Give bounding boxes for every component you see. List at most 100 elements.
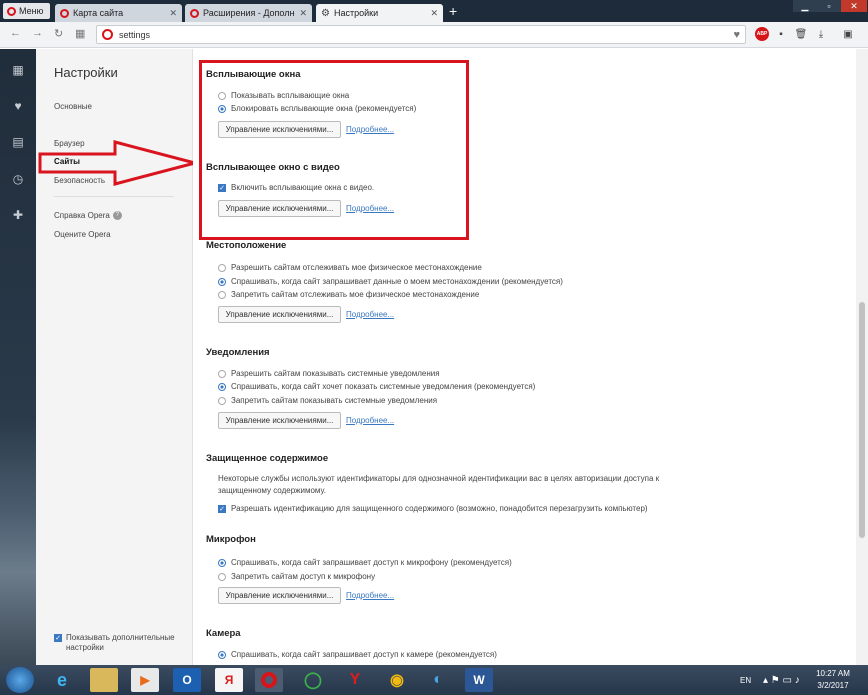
protected-content-description: Некоторые службы используют идентификато…: [218, 474, 660, 495]
content-scrollbar[interactable]: [856, 49, 868, 665]
tab-settings[interactable]: ⚙ Настройки ✕: [316, 4, 443, 22]
reload-icon[interactable]: ↻: [54, 27, 63, 40]
video-popup-checkbox[interactable]: ✓ Включить всплывающие окна с видео.: [218, 183, 374, 192]
scrollbar-thumb[interactable]: [859, 302, 865, 538]
news-icon[interactable]: ▤: [11, 135, 25, 149]
menu-button[interactable]: Меню: [3, 3, 50, 19]
popups-learn-more-link[interactable]: Подробнее...: [346, 125, 394, 134]
option-label: Спрашивать, когда сайт хочет показать си…: [231, 382, 536, 391]
close-icon[interactable]: ✕: [299, 8, 307, 19]
nav-item-basic[interactable]: Основные: [54, 102, 92, 111]
microphone-learn-more-link[interactable]: Подробнее...: [346, 591, 394, 600]
location-deny-radio[interactable]: Запретить сайтам отслеживать мое физичес…: [218, 290, 479, 299]
radio-off-icon[interactable]: [218, 290, 226, 299]
popups-block-radio[interactable]: Блокировать всплывающие окна (рекомендуе…: [218, 104, 416, 113]
language-indicator[interactable]: EN: [740, 665, 751, 695]
opera-logo-icon: [7, 6, 16, 16]
popups-manage-exceptions-button[interactable]: Управление исключениями...: [218, 121, 341, 138]
radio-on-icon[interactable]: [218, 277, 226, 286]
close-icon[interactable]: ✕: [430, 8, 438, 19]
option-label: Запретить сайтам отслеживать мое физичес…: [231, 290, 480, 299]
video-manage-exceptions-button[interactable]: Управление исключениями...: [218, 200, 341, 217]
tab-bar: Меню Карта сайта ✕ Расширения - Дополне …: [0, 0, 868, 22]
location-allow-radio[interactable]: Разрешить сайтам отслеживать мое физичес…: [218, 263, 482, 272]
option-label: Спрашивать, когда сайт запрашивает данны…: [231, 277, 563, 286]
location-learn-more-link[interactable]: Подробнее...: [346, 310, 394, 319]
adblock-icon[interactable]: ABP: [755, 27, 769, 41]
extensions-menu-icon[interactable]: ▣: [842, 27, 854, 41]
new-tab-button[interactable]: +: [449, 3, 457, 19]
yandex-browser-icon[interactable]: Y: [341, 668, 369, 692]
bookmarks-heart-icon[interactable]: ♥: [11, 99, 25, 113]
chrome-icon[interactable]: ◉: [383, 668, 411, 692]
system-clock[interactable]: 10:27 AM 3/2/2017: [808, 668, 858, 692]
checkbox-checked-icon[interactable]: ✓: [218, 504, 226, 513]
tab-sitemap[interactable]: Карта сайта ✕: [55, 4, 182, 22]
location-manage-exceptions-button[interactable]: Управление исключениями...: [218, 306, 341, 323]
yandex-icon[interactable]: Я: [215, 668, 243, 692]
help-label: Справка Opera: [54, 211, 110, 220]
tab-extensions[interactable]: Расширения - Дополне ✕: [185, 4, 312, 22]
page-title: Настройки: [54, 65, 118, 80]
video-learn-more-link[interactable]: Подробнее...: [346, 204, 394, 213]
option-label: Спрашивать, когда сайт запрашивает досту…: [231, 650, 497, 659]
help-link[interactable]: Справка Opera?: [54, 211, 122, 221]
tray-icons[interactable]: ▴ ⚑ ▭ ♪: [763, 665, 800, 695]
internet-explorer-icon[interactable]: e: [48, 668, 76, 692]
radio-off-icon[interactable]: [218, 572, 226, 581]
network-app-icon[interactable]: ◐: [424, 668, 452, 692]
file-explorer-icon[interactable]: [90, 668, 118, 692]
word-icon[interactable]: W: [465, 668, 493, 692]
screenshot-icon[interactable]: ▪: [775, 27, 787, 41]
notifications-allow-radio[interactable]: Разрешить сайтам показывать системные ув…: [218, 369, 440, 378]
notifications-ask-radio[interactable]: Спрашивать, когда сайт хочет показать си…: [218, 382, 535, 391]
notifications-manage-exceptions-button[interactable]: Управление исключениями...: [218, 412, 341, 429]
radio-on-icon[interactable]: [218, 382, 226, 391]
radio-on-icon[interactable]: [218, 104, 226, 113]
windows-taskbar: e ▶ O Я ◯ Y ◉ ◐ W EN ▴ ⚑ ▭ ♪ 10:27 AM 3/…: [0, 665, 868, 695]
close-window-button[interactable]: ✕: [841, 0, 867, 12]
option-label: Блокировать всплывающие окна (рекомендуе…: [231, 104, 417, 113]
back-icon[interactable]: ←: [10, 27, 21, 39]
radio-off-icon[interactable]: [218, 91, 226, 100]
extensions-puzzle-icon[interactable]: ✚: [11, 208, 25, 222]
notifications-deny-radio[interactable]: Запретить сайтам показывать системные ув…: [218, 396, 437, 405]
trash-icon[interactable]: 🗑: [795, 27, 808, 41]
radio-off-icon[interactable]: [218, 263, 226, 272]
option-label: Разрешить сайтам показывать системные ув…: [231, 369, 440, 378]
protected-content-checkbox[interactable]: ✓ Разрешать идентификацию для защищенног…: [218, 504, 648, 513]
history-clock-icon[interactable]: ◷: [11, 172, 25, 186]
location-ask-radio[interactable]: Спрашивать, когда сайт запрашивает данны…: [218, 277, 563, 286]
download-icon[interactable]: ⤓: [815, 27, 827, 41]
radio-on-icon[interactable]: [218, 650, 226, 659]
close-icon[interactable]: ✕: [169, 8, 177, 19]
media-player-icon[interactable]: ▶: [131, 668, 159, 692]
checkbox-checked-icon[interactable]: ✓: [218, 183, 226, 192]
option-label: Разрешить сайтам отслеживать мое физичес…: [231, 263, 482, 272]
outlook-icon[interactable]: O: [173, 668, 201, 692]
start-button[interactable]: [6, 667, 34, 693]
speed-dial-icon[interactable]: ▦: [75, 27, 85, 40]
radio-off-icon[interactable]: [218, 369, 226, 378]
microphone-deny-radio[interactable]: Запретить сайтам доступ к микрофону: [218, 572, 375, 581]
notifications-heading: Уведомления: [206, 347, 270, 358]
location-heading: Местоположение: [206, 240, 287, 251]
radio-off-icon[interactable]: [218, 396, 226, 405]
show-advanced-checkbox[interactable]: ✓ Показывать дополнительные настройки: [54, 633, 184, 653]
maximize-button[interactable]: ▫: [817, 0, 841, 12]
speed-dial-sidebar-icon[interactable]: ▦: [11, 63, 25, 77]
opera-taskbar-icon[interactable]: [255, 668, 283, 692]
microphone-ask-radio[interactable]: Спрашивать, когда сайт запрашивает досту…: [218, 558, 512, 567]
popups-allow-radio[interactable]: Показывать всплывающие окна: [218, 91, 349, 100]
bookmark-heart-icon[interactable]: ♥: [733, 29, 740, 41]
camera-ask-radio[interactable]: Спрашивать, когда сайт запрашивает досту…: [218, 650, 497, 659]
checkbox-checked-icon[interactable]: ✓: [54, 634, 62, 642]
notifications-learn-more-link[interactable]: Подробнее...: [346, 416, 394, 425]
microphone-manage-exceptions-button[interactable]: Управление исключениями...: [218, 587, 341, 604]
forward-icon[interactable]: →: [32, 27, 43, 39]
opera-neon-icon[interactable]: ◯: [299, 668, 327, 692]
radio-on-icon[interactable]: [218, 558, 226, 567]
minimize-button[interactable]: ▁: [793, 0, 817, 12]
url-field[interactable]: settings ♥: [96, 25, 746, 44]
rate-opera-link[interactable]: Оцените Opera: [54, 230, 111, 239]
